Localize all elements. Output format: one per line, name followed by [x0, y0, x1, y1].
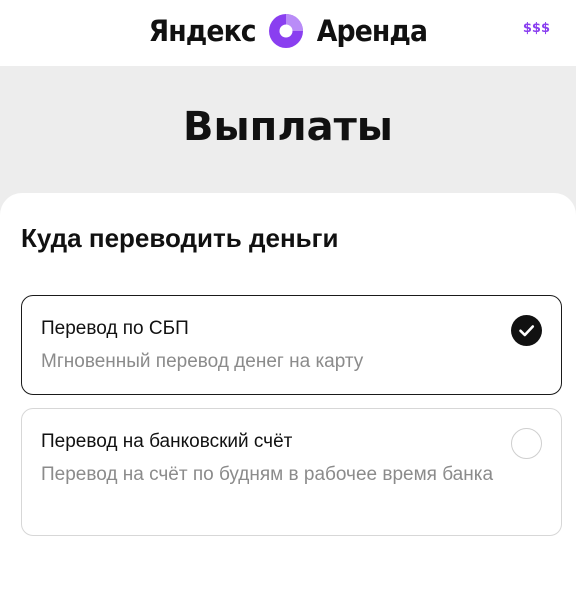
option-description: Мгновенный перевод денег на карту: [41, 351, 364, 372]
page-title: Выплаты: [183, 104, 393, 150]
logo[interactable]: Яндекс Аренда: [0, 8, 576, 54]
payout-settings-card: Куда переводить деньги Перевод по СБП Мг…: [0, 193, 576, 593]
option-title: Перевод на банковский счёт: [41, 431, 293, 452]
option-bank-account-transfer[interactable]: Перевод на банковский счёт Перевод на сч…: [21, 408, 562, 536]
option-title: Перевод по СБП: [41, 318, 189, 339]
logo-text-yandex: Яндекс: [148, 14, 257, 48]
app-header: Яндекс Аренда $$$: [0, 0, 576, 66]
checkmark-icon[interactable]: [511, 315, 542, 346]
option-sbp-transfer[interactable]: Перевод по СБП Мгновенный перевод денег …: [21, 295, 562, 395]
radio-empty-icon[interactable]: [511, 428, 542, 459]
plan-badge[interactable]: $$$: [523, 21, 550, 36]
logo-text-arenda: Аренда: [317, 14, 428, 48]
option-description: Перевод на счёт по будням в рабочее врем…: [41, 464, 494, 485]
section-title: Куда переводить деньги: [21, 223, 339, 253]
yandex-arenda-logo-icon: [269, 14, 304, 48]
